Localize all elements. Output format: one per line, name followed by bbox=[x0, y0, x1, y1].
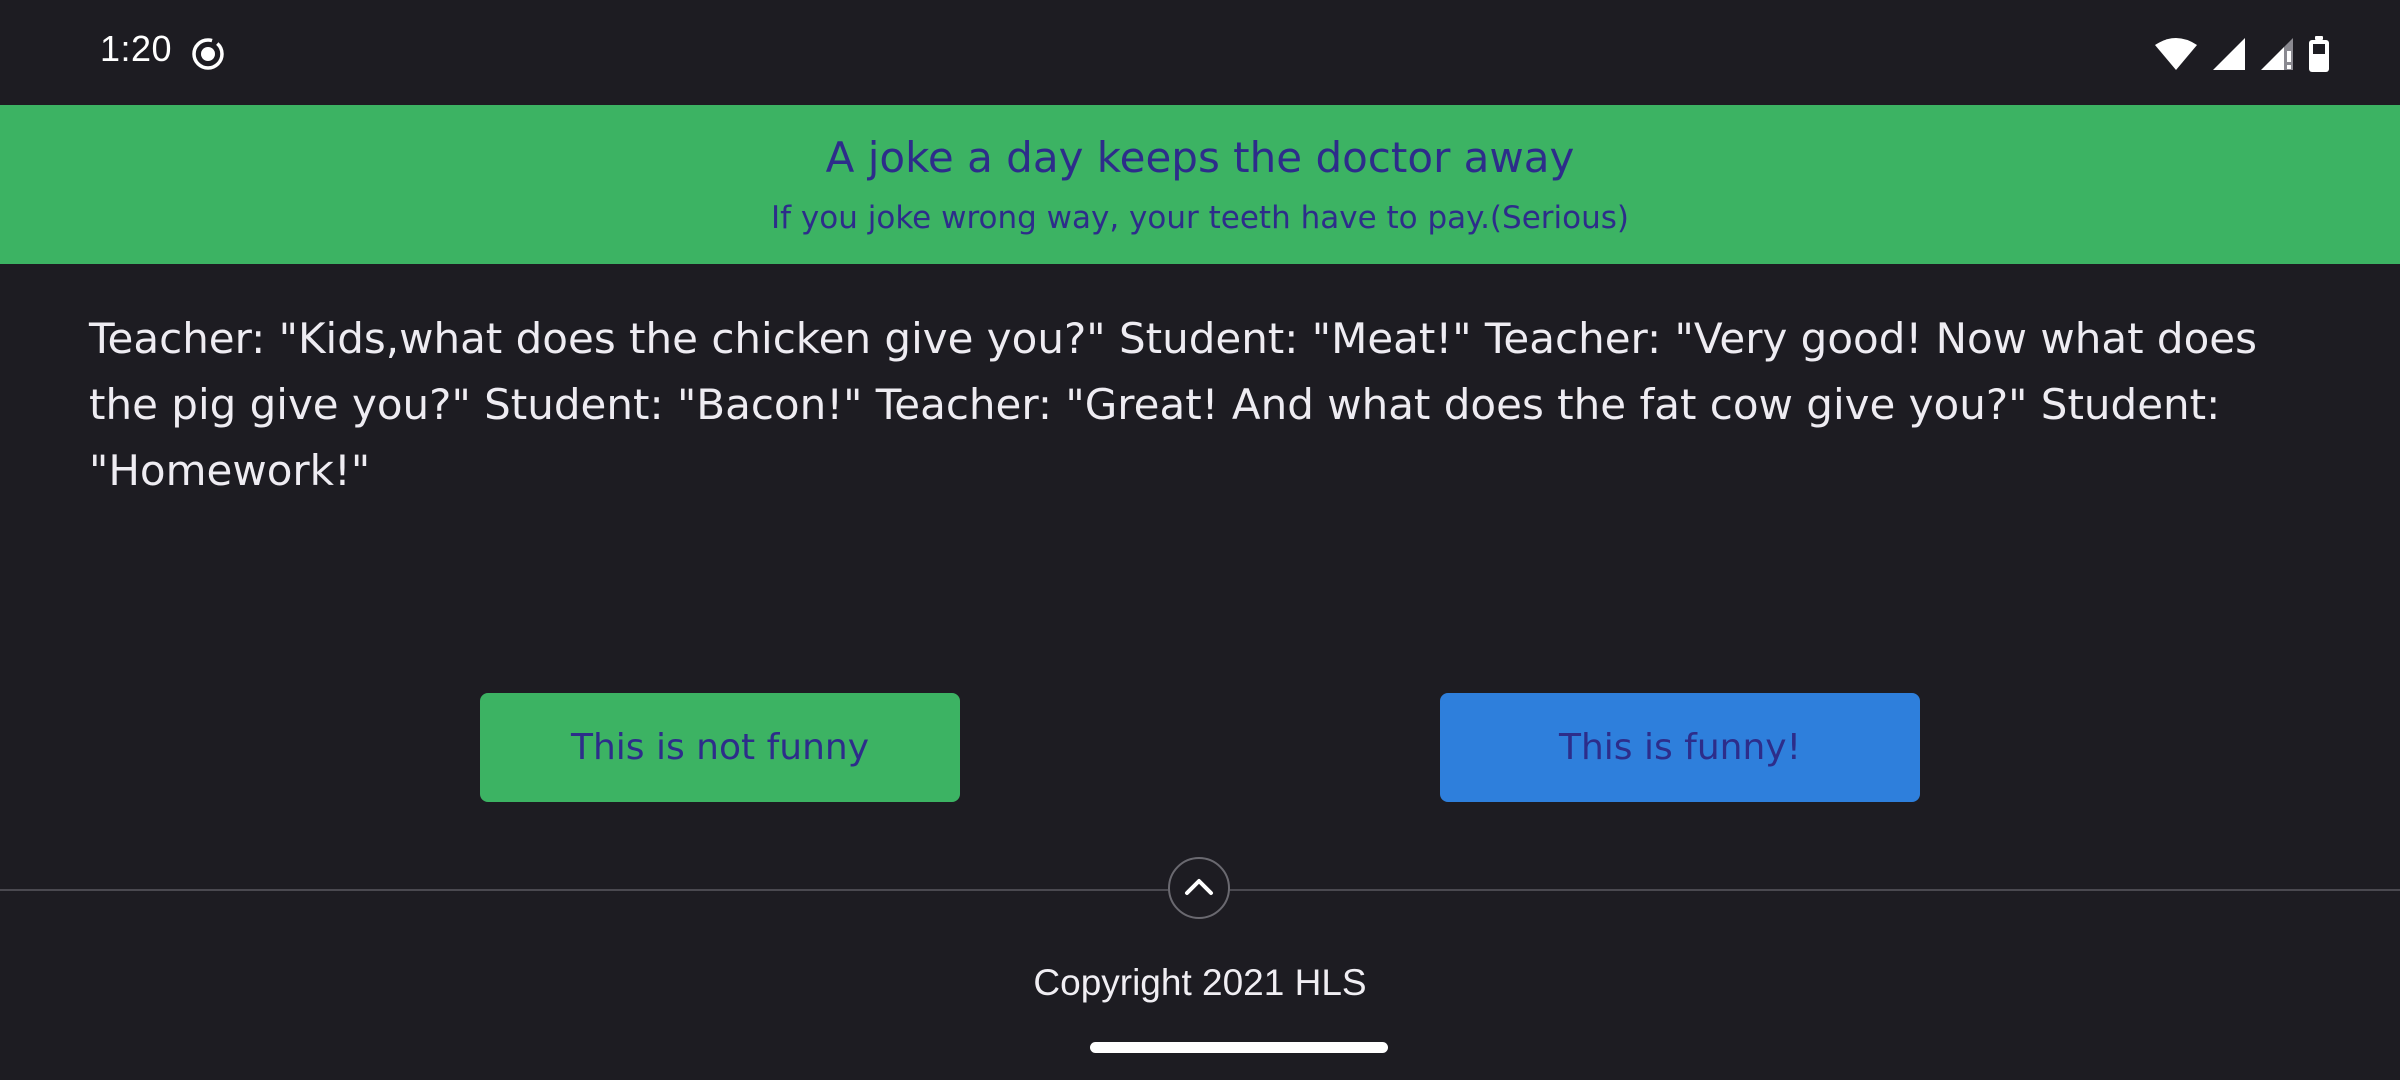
chevron-up-icon bbox=[1184, 876, 1214, 900]
copyright-text: Copyright 2021 HLS bbox=[1033, 962, 1367, 1003]
cell-signal-no-data-icon bbox=[2260, 37, 2294, 71]
joke-text: Teacher: "Kids,what does the chicken giv… bbox=[89, 314, 2257, 495]
screen-record-icon bbox=[190, 36, 226, 72]
status-icons bbox=[2154, 34, 2330, 74]
page-title: A joke a day keeps the doctor away bbox=[825, 133, 1575, 182]
battery-icon bbox=[2308, 36, 2330, 72]
wifi-icon bbox=[2154, 37, 2198, 71]
cell-signal-icon bbox=[2212, 37, 2246, 71]
status-bar: 1:20 bbox=[0, 0, 2400, 105]
app-screen: 1:20 A joke a day keeps the doctor away … bbox=[0, 0, 2400, 1080]
home-indicator[interactable] bbox=[1090, 1042, 1388, 1053]
funny-button[interactable]: This is funny! bbox=[1440, 693, 1920, 802]
header-banner: A joke a day keeps the doctor away If yo… bbox=[0, 105, 2400, 264]
scroll-to-top-button[interactable] bbox=[1168, 857, 1230, 919]
page-subtitle: If you joke wrong way, your teeth have t… bbox=[771, 200, 1629, 236]
status-time: 1:20 bbox=[100, 28, 173, 69]
not-funny-button[interactable]: This is not funny bbox=[480, 693, 960, 802]
